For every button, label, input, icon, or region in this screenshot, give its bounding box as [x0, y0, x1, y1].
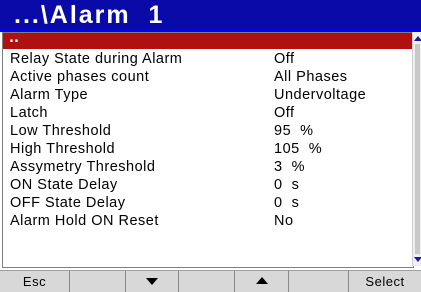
setting-value: 3 % — [274, 159, 306, 175]
setting-label: Alarm Hold ON Reset — [10, 213, 159, 229]
list-item-off-state-delay[interactable]: OFF State Delay 0 s — [3, 195, 413, 211]
settings-list: .. Relay State during Alarm Off Active p… — [2, 31, 414, 268]
setting-value: All Phases — [274, 69, 348, 85]
scroll-track[interactable] — [415, 44, 420, 254]
arrow-down-icon — [146, 278, 158, 285]
setting-label: High Threshold — [10, 141, 116, 157]
setting-label: Relay State during Alarm — [10, 51, 183, 67]
select-button[interactable]: Select — [349, 271, 421, 292]
list-item-alarm-hold-reset[interactable]: Alarm Hold ON Reset No — [3, 213, 413, 229]
esc-button[interactable]: Esc — [0, 271, 70, 292]
setting-label: Assymetry Threshold — [10, 159, 156, 175]
arrow-up-icon — [255, 277, 268, 284]
list-item-asymmetry-threshold[interactable]: Assymetry Threshold 3 % — [3, 159, 413, 175]
setting-value: 95 % — [274, 123, 314, 139]
softkey-blank-3[interactable] — [289, 271, 349, 292]
scroll-up-icon[interactable] — [414, 36, 421, 41]
setting-label: OFF State Delay — [10, 195, 126, 211]
setting-value: 0 s — [274, 177, 300, 193]
scrollbar[interactable] — [412, 32, 421, 266]
esc-label: Esc — [22, 274, 47, 289]
page-title: ...\Alarm 1 — [14, 1, 165, 29]
setting-label: Latch — [10, 105, 48, 121]
alarm-screen: ...\Alarm 1 .. Relay State during Alarm … — [0, 0, 421, 292]
setting-label: Active phases count — [10, 69, 150, 85]
setting-value: No — [274, 213, 294, 229]
select-label: Select — [365, 274, 405, 289]
list-item-parent[interactable]: .. — [3, 31, 413, 49]
setting-value: 0 s — [274, 195, 300, 211]
setting-value: Off — [274, 51, 295, 67]
list-item-alarm-type[interactable]: Alarm Type Undervoltage — [3, 87, 413, 103]
list-item-low-threshold[interactable]: Low Threshold 95 % — [3, 123, 413, 139]
parent-item-label: .. — [9, 31, 19, 46]
list-item-on-state-delay[interactable]: ON State Delay 0 s — [3, 177, 413, 193]
setting-value: 105 % — [274, 141, 323, 157]
list-item-latch[interactable]: Latch Off — [3, 105, 413, 121]
up-button[interactable] — [235, 271, 289, 292]
list-item-relay-state[interactable]: Relay State during Alarm Off — [3, 51, 413, 67]
list-item-high-threshold[interactable]: High Threshold 105 % — [3, 141, 413, 157]
setting-label: Alarm Type — [10, 87, 89, 103]
list-item-active-phases[interactable]: Active phases count All Phases — [3, 69, 413, 85]
down-button[interactable] — [126, 271, 179, 292]
setting-value: Off — [274, 105, 295, 121]
setting-label: ON State Delay — [10, 177, 118, 193]
setting-label: Low Threshold — [10, 123, 112, 139]
scroll-down-icon[interactable] — [414, 257, 421, 262]
softkey-blank-2[interactable] — [179, 271, 235, 292]
softkey-blank-1[interactable] — [70, 271, 126, 292]
setting-value: Undervoltage — [274, 87, 367, 103]
softkey-bar: Esc Select — [0, 270, 421, 292]
title-bar: ...\Alarm 1 — [0, 0, 421, 32]
